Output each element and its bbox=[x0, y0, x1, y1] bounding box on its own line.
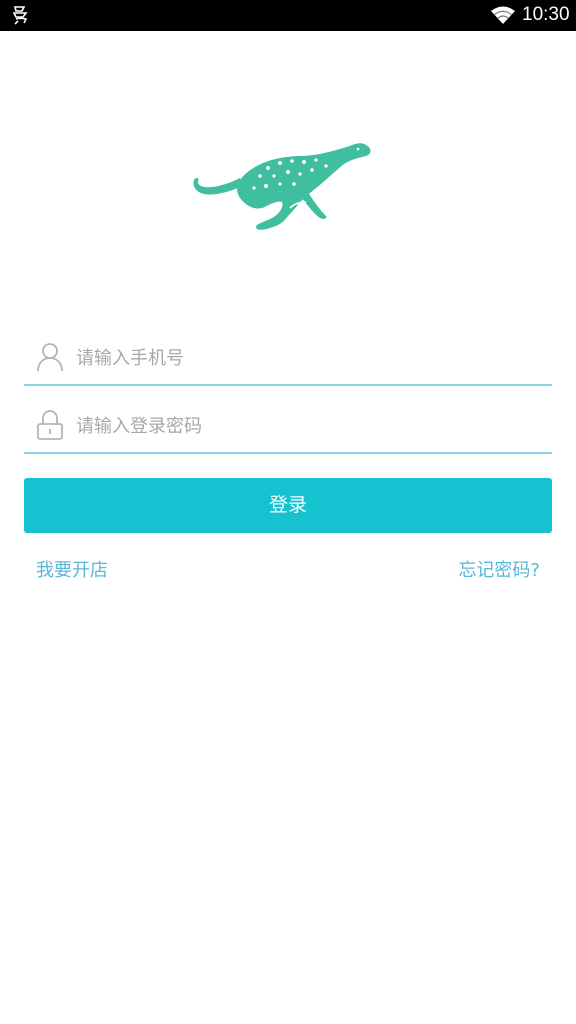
phone-field[interactable] bbox=[24, 332, 552, 386]
status-time: 10:30 bbox=[522, 4, 570, 25]
open-store-link[interactable]: 我要开店 bbox=[36, 558, 108, 584]
wifi-icon bbox=[491, 6, 515, 24]
password-field[interactable] bbox=[24, 400, 552, 454]
phone-input[interactable] bbox=[76, 340, 536, 376]
password-input[interactable] bbox=[76, 408, 536, 444]
lock-icon bbox=[37, 410, 63, 440]
login-button[interactable]: 登录 bbox=[24, 478, 552, 533]
app-notification-icon bbox=[12, 6, 28, 25]
status-bar: 10:30 bbox=[0, 0, 576, 31]
user-icon bbox=[37, 343, 63, 372]
forgot-password-link[interactable]: 忘记密码? bbox=[458, 558, 540, 584]
cheetah-logo bbox=[193, 143, 371, 230]
